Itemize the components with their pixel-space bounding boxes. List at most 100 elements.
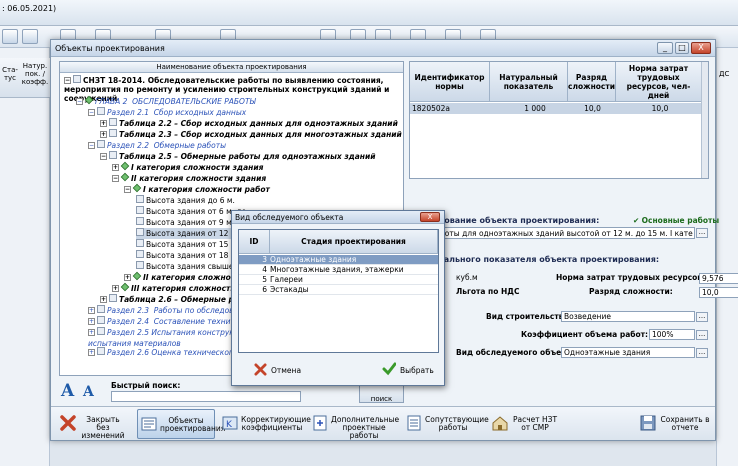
document-icon	[109, 118, 117, 126]
tree-item[interactable]: + Таблица 2.2 – Сбор исходных данных для …	[100, 118, 398, 129]
object-name-field: ные работы для одноэтажных зданий высото…	[409, 227, 695, 239]
tree-header: Наименование объекта проектирования	[60, 62, 403, 73]
build-type-value[interactable]: Возведение	[561, 311, 695, 322]
related-works-button[interactable]: Сопутствующие работы	[403, 409, 489, 439]
collapse-icon[interactable]: −	[88, 142, 95, 149]
save-to-report-button[interactable]: Сохранить в отчете	[637, 409, 713, 439]
tree-item[interactable]: Высота здания до 6 м.	[136, 195, 235, 206]
expand-icon[interactable]: +	[112, 285, 119, 292]
expand-icon[interactable]: +	[100, 131, 107, 138]
tree-item[interactable]: + Раздел 2.5 Испытания конструкци испытан…	[88, 327, 244, 348]
tree-item[interactable]: Высота здания от 9 м. до	[136, 217, 246, 228]
table-row[interactable]: 3 Одноэтажные здания	[239, 255, 438, 265]
toolbar-tool-icon[interactable]	[2, 29, 18, 44]
toolbar-edit-icon[interactable]	[22, 29, 38, 44]
bottom-toolbar: Закрыть без изменений Объекты проектиров…	[51, 406, 715, 440]
vat-label: Льгота по НДС	[456, 287, 520, 296]
expand-icon[interactable]: +	[88, 318, 95, 325]
collapse-icon[interactable]: −	[76, 98, 83, 105]
tree-item[interactable]: − Раздел 2.2 Обмерные работы	[88, 140, 226, 151]
design-objects-button[interactable]: Объекты проектирования	[137, 409, 225, 439]
coef-more-button[interactable]: ...	[696, 330, 708, 340]
table-row[interactable]: 6 Эстакады	[239, 285, 438, 295]
additional-design-works-button[interactable]: Дополнительные проектные работы	[309, 409, 399, 440]
labor-value[interactable]: 9,576	[699, 273, 738, 284]
tree-item[interactable]: − I категория сложности работ	[124, 183, 270, 195]
collapse-icon[interactable]: −	[112, 175, 119, 182]
collapse-icon[interactable]: −	[88, 109, 95, 116]
expand-icon[interactable]: +	[112, 164, 119, 171]
tree-item-label: Таблица 2.2 – Сбор исходных данных для о…	[119, 119, 398, 128]
expand-icon[interactable]: +	[88, 329, 95, 336]
object-type-value[interactable]: Одноэтажные здания	[561, 347, 695, 358]
expand-icon[interactable]: +	[88, 307, 95, 314]
tree-item[interactable]: − ГЛАВА 2 ОБСЛЕДОВАТЕЛЬСКИЕ РАБОТЫ	[76, 95, 256, 107]
tree-item[interactable]: + Раздел 2.6 Оценка технического со	[88, 347, 249, 358]
grid-cell-id: 1820502а	[412, 104, 450, 113]
tree-item[interactable]: + I категория сложности здания	[112, 161, 263, 173]
app-right-column: ДС	[716, 48, 738, 466]
complexity-value[interactable]: 10,0	[699, 287, 738, 298]
tree-item[interactable]: + Раздел 2.4 Составление техническ	[88, 316, 248, 327]
search-button[interactable]: поиск	[359, 383, 404, 403]
object-type-dialog: Вид обследуемого объекта X ID Стадия про…	[231, 210, 445, 386]
select-button[interactable]: Выбрать	[382, 360, 434, 382]
tree-item[interactable]: + Раздел 2.3 Работы по обследован	[88, 305, 243, 316]
tree-item[interactable]: Высота здания от 6 м. до	[136, 206, 246, 217]
objects-icon	[141, 417, 157, 431]
collapse-icon[interactable]: −	[124, 186, 131, 193]
calc-nzt-smr-button[interactable]: Расчет НЗТ от СМР	[489, 409, 561, 439]
table-row[interactable]: 5 Галереи	[239, 275, 438, 285]
grid-cell-labor: 10,0	[651, 104, 669, 113]
search-input[interactable]	[111, 391, 301, 402]
font-increase-icon[interactable]: A	[61, 381, 74, 401]
minimize-button[interactable]: _	[657, 42, 673, 54]
build-type-label: Вид строительства:	[486, 312, 572, 321]
cancel-button[interactable]: Отмена	[254, 360, 301, 382]
tree-item[interactable]: Высота здания свыше 21	[136, 261, 245, 272]
font-decrease-icon[interactable]: A	[83, 384, 94, 400]
collapse-icon[interactable]: −	[64, 77, 71, 84]
document-icon	[97, 347, 105, 355]
tree-item-label: Высота здания до 6 м.	[146, 196, 235, 205]
tree-item[interactable]: + Таблица 2.3 – Сбор исходных данных для …	[100, 129, 402, 140]
tree-item[interactable]: − Раздел 2.1 Сбор исходных данных	[88, 107, 246, 118]
tree-item-label: Раздел 2.2 Обмерные работы	[107, 141, 227, 150]
tree-item[interactable]: + II категория сложност	[124, 271, 240, 283]
tree-item-label: I категория сложности работ	[143, 185, 270, 194]
natural-indicator-label: е натурального показателя объекта проект…	[409, 255, 660, 264]
tree-item-label: Раздел 2.6 Оценка технического со	[107, 348, 249, 357]
grid-header-id: ID	[239, 230, 270, 254]
dialog-titlebar[interactable]: Вид обследуемого объекта X	[232, 211, 444, 224]
labor-label: Норма затрат трудовых ресурсов:	[556, 273, 706, 282]
close-window-button[interactable]: X	[691, 42, 711, 54]
window-titlebar[interactable]: Объекты проектирования _ □ X	[51, 40, 715, 57]
tree-item-label: Таблица 2.5 – Обмерные работы для одноэт…	[119, 152, 376, 161]
table-row[interactable]: 4 Многоэтажные здания, этажерки	[239, 265, 438, 275]
norms-grid[interactable]: Идентификатор нормы Натуральный показате…	[409, 61, 709, 179]
coef-value[interactable]: 100%	[649, 329, 695, 340]
collapse-icon[interactable]: −	[100, 153, 107, 160]
grid-scrollbar[interactable]	[701, 62, 708, 178]
document-icon	[97, 107, 105, 115]
dialog-close-button[interactable]: X	[420, 212, 440, 222]
tree-item[interactable]: − Таблица 2.5 – Обмерные работы для одноэ…	[100, 151, 376, 162]
dialog-title: Вид обследуемого объекта	[235, 213, 344, 222]
object-type-more-button[interactable]: ...	[696, 348, 708, 358]
maximize-button[interactable]: □	[675, 42, 689, 54]
row-id: 4	[262, 265, 267, 274]
object-name-more-button[interactable]: ...	[696, 228, 708, 238]
correction-coefficients-button[interactable]: K Корректирующие коэффициенты	[219, 409, 311, 439]
main-works-label: Основные работы	[641, 216, 720, 225]
close-without-changes-button[interactable]: Закрыть без изменений	[57, 409, 129, 440]
additional-works-icon	[313, 415, 327, 431]
expand-icon[interactable]: +	[88, 349, 95, 356]
build-type-more-button[interactable]: ...	[696, 312, 708, 322]
stage-grid[interactable]: ID Стадия проектирования 3 Одноэтажные зд…	[238, 229, 439, 353]
tree-item-label: II категория сложност	[143, 273, 240, 282]
tree-item[interactable]: − II категория сложности здания	[112, 172, 266, 184]
expand-icon[interactable]: +	[124, 274, 131, 281]
expand-icon[interactable]: +	[100, 120, 107, 127]
expand-icon[interactable]: +	[100, 296, 107, 303]
app-title: : 06.05.2021)	[2, 4, 57, 13]
